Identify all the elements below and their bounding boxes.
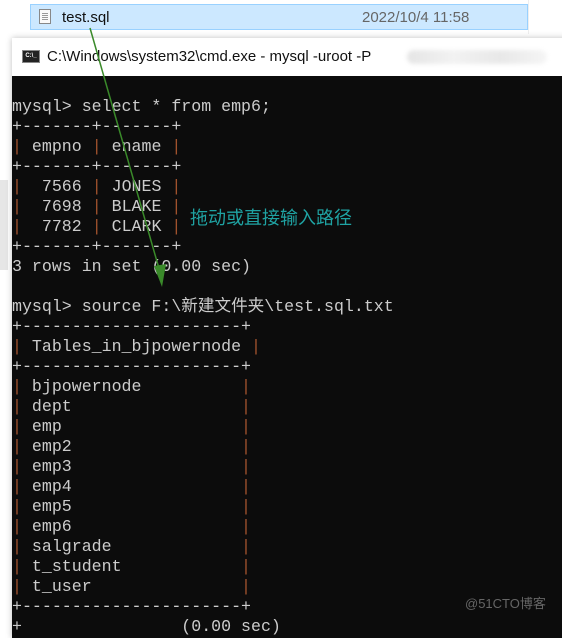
annotation-text: 拖动或直接输入路径 xyxy=(190,208,352,229)
terminal-line: | emp5 | xyxy=(12,497,252,516)
terminal-output[interactable]: mysql> select * from emp6; +-------+-----… xyxy=(12,97,394,637)
window-title: C:\Windows\system32\cmd.exe - mysql -uro… xyxy=(47,48,372,65)
cmd-window[interactable]: C:\_ C:\Windows\system32\cmd.exe - mysql… xyxy=(12,38,562,638)
file-modified-date: 2022/10/4 11:58 xyxy=(362,9,470,26)
terminal-line: +----------------------+ xyxy=(12,597,251,616)
redacted-password xyxy=(407,50,547,64)
terminal-line: | emp | xyxy=(12,417,252,436)
watermark: @51CTO博客 xyxy=(465,596,546,611)
terminal-line: | Tables_in_bjpowernode | xyxy=(12,337,261,356)
terminal-line: | emp4 | xyxy=(12,477,252,496)
background-window-edge xyxy=(0,180,8,270)
file-icon xyxy=(39,9,51,24)
explorer-right-panel xyxy=(528,0,562,34)
terminal-line: | salgrade | xyxy=(12,537,252,556)
terminal-line: | t_student | xyxy=(12,557,252,576)
title-bar[interactable]: C:\_ C:\Windows\system32\cmd.exe - mysql… xyxy=(12,38,562,76)
terminal-line: | bjpowernode | xyxy=(12,377,252,396)
terminal-line: | emp3 | xyxy=(12,457,252,476)
terminal-line: | 7566 | JONES | xyxy=(12,177,182,196)
terminal-line: | dept | xyxy=(12,397,252,416)
terminal-line: | empno | ename | xyxy=(12,137,182,156)
terminal-line: mysql> source F:\新建文件夹\test.sql.txt xyxy=(12,297,394,316)
file-name: test.sql xyxy=(62,9,110,26)
terminal-line: +-------+-------+ xyxy=(12,157,182,176)
terminal-line: 3 rows in set (0.00 sec) xyxy=(12,257,251,276)
cmd-icon: C:\_ xyxy=(22,50,40,63)
terminal-line: +-------+-------+ xyxy=(12,237,182,256)
terminal-line: | t_user | xyxy=(12,577,252,596)
terminal-line: + (0.00 sec) xyxy=(12,617,281,636)
terminal-line: mysql> select * from emp6; xyxy=(12,97,271,116)
terminal-line: | emp2 | xyxy=(12,437,252,456)
terminal-line: +-------+-------+ xyxy=(12,117,182,136)
terminal-line: | emp6 | xyxy=(12,517,252,536)
terminal-line: +----------------------+ xyxy=(12,357,251,376)
terminal-line: +----------------------+ xyxy=(12,317,251,336)
file-list-item[interactable]: test.sql 2022/10/4 11:58 xyxy=(30,4,528,30)
